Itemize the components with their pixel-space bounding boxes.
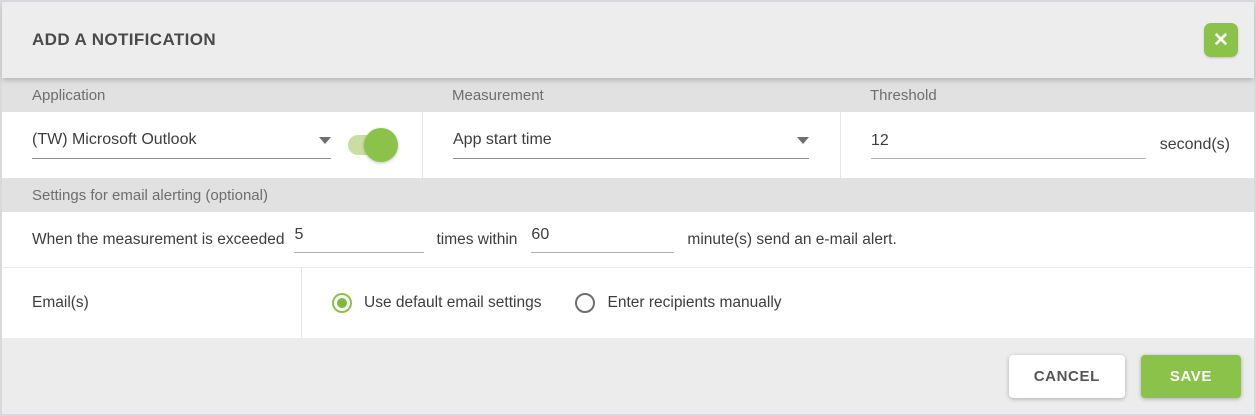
application-select[interactable]: (TW) Microsoft Outlook xyxy=(32,131,331,159)
radio-label: Enter recipients manually xyxy=(607,294,781,312)
email-options-group: Use default email settings Enter recipie… xyxy=(302,268,1254,338)
chevron-down-icon xyxy=(797,137,809,144)
fields-row: (TW) Microsoft Outlook App start time se… xyxy=(2,112,1254,178)
radio-use-default-email-settings[interactable]: Use default email settings xyxy=(332,293,541,313)
measurement-select[interactable]: App start time xyxy=(453,131,809,159)
threshold-input[interactable] xyxy=(871,132,1146,159)
measurement-column-label: Measurement xyxy=(422,87,840,104)
radio-unselected-icon xyxy=(575,293,595,313)
email-section-header: Settings for email alerting (optional) xyxy=(2,178,1254,212)
page-title: ADD A NOTIFICATION xyxy=(32,30,216,50)
rule-suffix-text: minute(s) send an e-mail alert. xyxy=(687,231,896,249)
application-column-label: Application xyxy=(2,87,422,104)
threshold-cell: second(s) xyxy=(840,112,1254,178)
email-section-title: Settings for email alerting (optional) xyxy=(32,187,268,204)
radio-selected-icon xyxy=(332,293,352,313)
measurement-cell: App start time xyxy=(422,112,840,178)
threshold-unit-label: second(s) xyxy=(1160,136,1230,154)
emails-label: Email(s) xyxy=(2,268,302,338)
application-cell: (TW) Microsoft Outlook xyxy=(2,112,422,178)
chevron-down-icon xyxy=(319,137,331,144)
application-toggle[interactable] xyxy=(348,128,398,162)
minutes-window-input[interactable] xyxy=(531,226,674,253)
close-button[interactable]: ✕ xyxy=(1204,23,1238,57)
toggle-thumb xyxy=(364,128,398,162)
save-button[interactable]: SAVE xyxy=(1141,355,1241,398)
application-select-value: (TW) Microsoft Outlook xyxy=(32,131,196,149)
rule-middle-text: times within xyxy=(436,231,517,249)
radio-label: Use default email settings xyxy=(364,294,541,312)
dialog-footer: CANCEL SAVE xyxy=(2,338,1254,414)
close-icon: ✕ xyxy=(1213,31,1229,50)
times-exceeded-input[interactable] xyxy=(294,226,424,253)
add-notification-dialog: ADD A NOTIFICATION ✕ Application Measure… xyxy=(0,0,1256,416)
emails-row: Email(s) Use default email settings Ente… xyxy=(2,268,1254,338)
measurement-select-value: App start time xyxy=(453,131,552,149)
threshold-column-label: Threshold xyxy=(840,87,1254,104)
cancel-button[interactable]: CANCEL xyxy=(1009,355,1125,398)
dialog-header: ADD A NOTIFICATION ✕ xyxy=(2,2,1254,78)
rule-prefix-text: When the measurement is exceeded xyxy=(32,231,284,249)
column-labels-row: Application Measurement Threshold xyxy=(2,78,1254,112)
alert-rule-row: When the measurement is exceeded times w… xyxy=(2,212,1254,268)
radio-enter-recipients-manually[interactable]: Enter recipients manually xyxy=(575,293,781,313)
